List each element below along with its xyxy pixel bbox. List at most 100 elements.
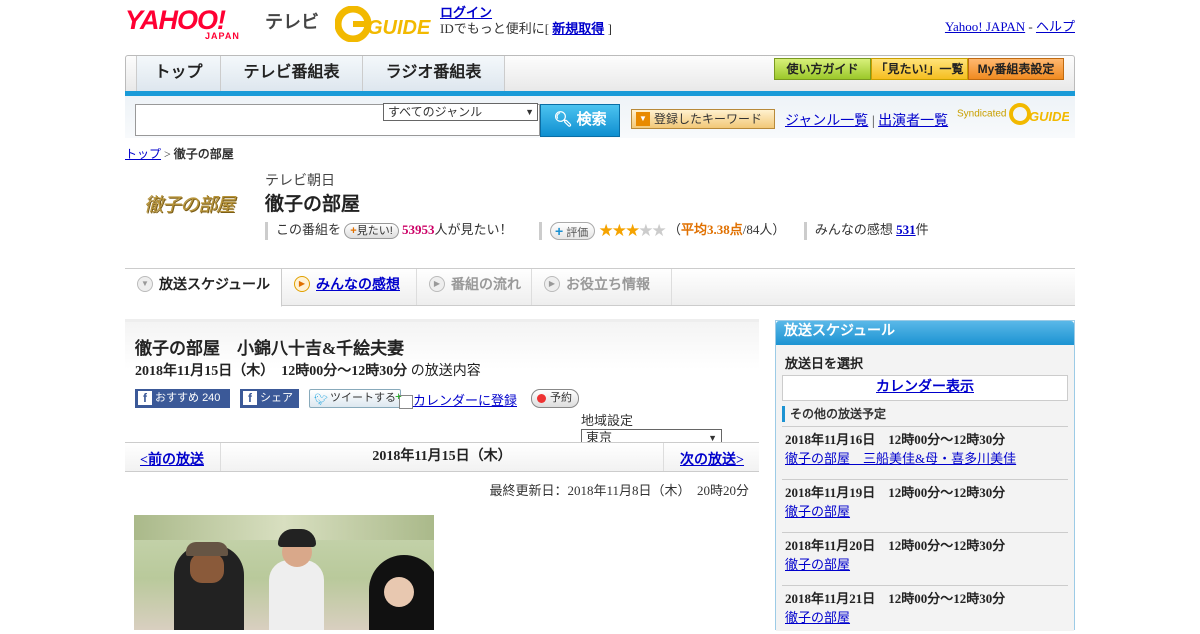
episode-title: 徹子の部屋 小錦八十吉&千絵夫妻 [135, 339, 405, 358]
facebook-share-button[interactable]: f シェア [240, 389, 299, 408]
schedule-sidebar: 放送スケジュール 放送日を選択 カレンダー表示 その他の放送予定 2018年11… [775, 320, 1075, 631]
select-date-label: 放送日を選択 [785, 356, 864, 371]
schedule-item-date: 2018年11月19日 12時00分～12時30分 [785, 485, 1006, 500]
schedule-item: 2018年11月19日 12時00分～12時30分 徹子の部屋 [782, 479, 1068, 528]
schedule-item-link[interactable]: 徹子の部屋 [785, 504, 850, 519]
want-suffix: 人が見たい！ [434, 222, 513, 237]
program-title: 徹子の部屋 [265, 194, 361, 215]
region-label: 地域設定 [581, 413, 634, 428]
want-prefix: この番組を [276, 222, 342, 237]
play-icon: ▶ [294, 275, 310, 292]
thumbnail-title: 徹子の部屋 [144, 194, 235, 216]
tab-impressions[interactable]: ▶ みんなの感想 [282, 269, 417, 305]
tab-schedule[interactable]: ▼ 放送スケジュール [125, 269, 282, 307]
impressions-label: みんなの感想 [814, 222, 893, 237]
prev-broadcast-link[interactable]: <前の放送 [140, 449, 204, 469]
avg-rating: 平均3.38点 [681, 222, 743, 237]
schedule-item-link[interactable]: 徹子の部屋 [785, 557, 850, 572]
help-link[interactable]: ヘルプ [1036, 19, 1075, 34]
keyword-button[interactable]: ▼ 登録したキーワード [631, 109, 775, 129]
last-updated: 最終更新日：2018年11月8日（木） 20時20分 [489, 483, 749, 498]
nav-tab-top[interactable]: トップ [136, 56, 221, 92]
genre-list-link[interactable]: ジャンル一覧 [785, 114, 868, 129]
episode-date: 2018年11月15日（木） 12時00分～12時30分 [135, 364, 408, 379]
search-icon: 🔍︎ [553, 111, 573, 128]
rating-button-label: 評価 [566, 227, 589, 240]
divider [539, 222, 543, 241]
tab-flow: ▶ 番組の流れ [417, 269, 532, 305]
login-sub-prefix: IDでもっと便利に[ [440, 21, 550, 36]
schedule-item: 2018年11月16日 12時00分～12時30分 徹子の部屋 三船美佳&母・喜… [782, 426, 1068, 475]
logo-text: YAHOO! [125, 5, 226, 35]
divider [803, 222, 807, 241]
syndicated-label: Syndicated [957, 108, 1007, 120]
keyword-button-label: 登録したキーワード [654, 112, 763, 126]
gguide-text: GUIDE [367, 17, 431, 39]
reserve-button[interactable]: 予約 [531, 389, 579, 408]
breadcrumb-sep: > [164, 147, 171, 161]
nav-tab-radio[interactable]: ラジオ番組表 [363, 56, 505, 92]
want-button[interactable]: +見たい! [344, 223, 399, 240]
calendar-add-icon [395, 389, 413, 410]
rating-button[interactable]: + 評価 [550, 222, 596, 241]
search-button-label: 検索 [576, 111, 607, 128]
rating-stars: ★★★★★ [598, 221, 667, 241]
tweet-button[interactable]: 🐦︎ ツイートする [309, 389, 401, 408]
want-list-button[interactable]: 「見たい!」一覧 [871, 58, 968, 80]
program-stats: この番組を +見たい! 53953人が見たい！ + 評価 ★★★★★ （平均3.… [265, 220, 1075, 241]
avg-count: /84人） [742, 222, 786, 237]
search-links: ジャンル一覧 | 出演者一覧 [785, 110, 948, 130]
social-buttons: f おすすめ 240 f シェア 🐦︎ ツイートする カレンダーに登録 予約 [135, 389, 755, 410]
yahoo-japan-logo[interactable]: YAHOO! JAPAN [125, 6, 260, 42]
tab-impressions-label[interactable]: みんなの感想 [316, 278, 400, 293]
gguide-logo[interactable]: GUIDE [334, 5, 433, 43]
login-sub-suffix: ] [607, 21, 612, 36]
schedule-item-date: 2018年11月16日 12時00分～12時30分 [785, 432, 1006, 447]
breadcrumb-current: 徹子の部屋 [173, 147, 234, 161]
main-nav: トップ テレビ番組表 ラジオ番組表 使い方ガイド 「見たい!」一覧 My番組表設… [125, 55, 1075, 92]
broadcast-pager: <前の放送 2018年11月15日（木） 次の放送> [125, 442, 759, 472]
play-icon: ▶ [544, 275, 560, 292]
impressions-count-link[interactable]: 531 [896, 222, 916, 237]
chevron-down-icon: ▼ [525, 107, 534, 117]
tv-label: テレビ [265, 12, 319, 32]
top-links-sep: - [1028, 19, 1033, 34]
sidebar-title: 放送スケジュール [776, 321, 1074, 345]
calendar-register[interactable]: カレンダーに登録 [395, 389, 517, 410]
facebook-icon: f [138, 391, 152, 405]
episode-photo [134, 515, 434, 630]
next-broadcast-link[interactable]: 次の放送> [680, 449, 744, 469]
my-schedule-button[interactable]: My番組表設定 [968, 58, 1064, 80]
play-icon: ▶ [429, 275, 445, 292]
search-button[interactable]: 🔍︎ 検索 [540, 104, 620, 137]
episode-panel: 徹子の部屋 小錦八十吉&千絵夫妻 2018年11月15日（木） 12時00分～1… [125, 319, 759, 448]
divider [265, 222, 268, 241]
facebook-recommend-button[interactable]: f おすすめ 240 [135, 389, 230, 408]
stars-filled: ★★★ [598, 221, 641, 241]
cast-list-link[interactable]: 出演者一覧 [878, 114, 948, 129]
current-broadcast-date: 2018年11月15日（木） [220, 443, 664, 471]
signup-link[interactable]: 新規取得 [552, 21, 604, 36]
calendar-display-link[interactable]: カレンダー表示 [782, 375, 1068, 401]
login-link[interactable]: ログイン [440, 5, 492, 20]
triangle-down-icon: ▼ [636, 112, 650, 126]
search-area: すべてのジャンル ▼ 🔍︎ 検索 ▼ 登録したキーワード ジャンル一覧 | 出演… [125, 96, 1075, 138]
breadcrumb-top[interactable]: トップ [125, 147, 161, 161]
schedule-item-date: 2018年11月21日 12時00分～12時30分 [785, 591, 1006, 606]
nav-tab-tv[interactable]: テレビ番組表 [221, 56, 363, 92]
guide-button[interactable]: 使い方ガイド [774, 58, 871, 80]
calendar-register-link[interactable]: カレンダーに登録 [413, 393, 517, 408]
yahoo-japan-link[interactable]: Yahoo! JAPAN [945, 19, 1025, 34]
schedule-item: 2018年11月21日 12時00分～12時30分 徹子の部屋 [782, 585, 1068, 634]
breadcrumb: トップ > 徹子の部屋 [125, 145, 234, 162]
schedule-item-link[interactable]: 徹子の部屋 [785, 610, 850, 625]
program-thumbnail: 徹子の部屋 [138, 172, 250, 244]
login-box: ログイン IDでもっと便利に[ 新規取得 ] [440, 5, 612, 37]
schedule-item-link[interactable]: 徹子の部屋 三船美佳&母・喜多川美佳 [785, 451, 1016, 466]
genre-select-value: すべてのジャンル [388, 105, 483, 119]
genre-select[interactable]: すべてのジャンル ▼ [383, 103, 538, 121]
schedule-item: 2018年11月20日 12時00分～12時30分 徹子の部屋 [782, 532, 1068, 581]
top-links: Yahoo! JAPAN - ヘルプ [945, 16, 1075, 35]
stars-empty: ★★ [638, 221, 667, 241]
syndicated-guide-text: GUIDE [1029, 109, 1069, 124]
